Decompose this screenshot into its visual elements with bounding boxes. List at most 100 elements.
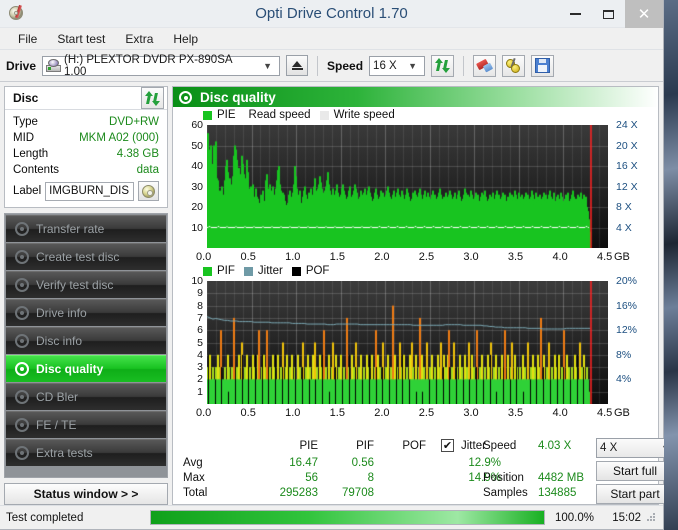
disc-row-key: Contents (13, 164, 60, 176)
pif-x-tick: 3.0 (463, 407, 479, 419)
menu-bar: File Start test Extra Help (0, 28, 663, 50)
sidebar-item-disc-quality[interactable]: Disc quality (6, 355, 166, 382)
resize-grip[interactable] (647, 512, 657, 523)
status-window-button[interactable]: Status window > > (4, 483, 168, 505)
sidebar-item-label: FE / TE (36, 418, 77, 432)
pif-right-tick: 16% (616, 299, 638, 312)
pif-x-tick: 3.5 (507, 407, 524, 419)
desktop-wallpaper (664, 0, 678, 530)
sidebar-item-label: Drive info (36, 306, 87, 320)
pif-y-tick: 3 (197, 361, 203, 374)
legend-label-pof: POF (305, 265, 330, 277)
disc-quality-icon (179, 90, 192, 104)
disc-label-key: Label (13, 185, 42, 197)
pie-y-tick: 10 (191, 221, 203, 234)
speed-select[interactable]: 16 X ▼ (369, 55, 426, 76)
maximize-button[interactable] (592, 0, 625, 28)
disc-row-key: MID (13, 132, 35, 144)
pif-x-tick: 4.0 (552, 407, 568, 419)
legend-swatch-write-speed (319, 110, 329, 120)
stats-row-total-label: Total (183, 487, 208, 499)
menu-start-test[interactable]: Start test (49, 30, 113, 48)
pie-right-tick: 16 X (616, 160, 638, 172)
disc-row-value: DVD+RW (109, 116, 159, 128)
app-window: Opti Drive Control 1.70 ✕ File Start tes… (0, 0, 674, 530)
minimize-icon (570, 13, 581, 15)
disc-icon (15, 306, 29, 320)
sidebar-item-fe-te[interactable]: FE / TE (6, 411, 166, 438)
pie-y-tick: 30 (191, 180, 203, 193)
disc-quality-header: Disc quality (173, 87, 658, 107)
speed-label: Speed (327, 58, 364, 73)
erase-button[interactable] (473, 54, 497, 77)
sidebar-item-label: Disc quality (36, 362, 104, 376)
elapsed-time: 15:02 (612, 511, 641, 524)
progress-percent: 100.0% (555, 511, 595, 524)
refresh-button[interactable] (431, 54, 455, 77)
sidebar-item-extra-tests[interactable]: Extra tests (6, 439, 166, 466)
disc-row-type: Type DVD+RW (13, 114, 159, 130)
drive-select-value: (H:) PLEXTOR DVDR PX-890SA 1.00 (64, 53, 232, 78)
drive-toolbar: Drive (H:) PLEXTOR DVDR PX-890SA 1.00 ▼ … (0, 50, 663, 82)
sidebar-item-verify-test-disc[interactable]: Verify test disc (6, 271, 166, 298)
disc-label-button[interactable] (138, 181, 159, 201)
test-speed-select[interactable]: 4 X ▼ (596, 438, 674, 458)
window-controls: ✕ (559, 0, 663, 28)
menu-file[interactable]: File (10, 30, 45, 48)
disc-icon (15, 446, 29, 460)
cd-icon (142, 184, 155, 198)
pif-x-tick: 1.0 (285, 407, 301, 419)
disc-quality-title: Disc quality (200, 89, 276, 105)
sidebar-item-transfer-rate[interactable]: Transfer rate (6, 215, 166, 242)
sidebar-item-disc-info[interactable]: Disc info (6, 327, 166, 354)
sidebar-item-label: Transfer rate (36, 222, 105, 236)
pie-x-tick: 4.0 (552, 251, 568, 263)
disc-label-input[interactable]: IMGBURN_DIS (45, 181, 134, 201)
refresh-icon (435, 58, 451, 73)
options-button[interactable] (502, 54, 526, 77)
legend-swatch-pie (203, 110, 212, 120)
menu-extra[interactable]: Extra (117, 30, 161, 48)
disc-icon (15, 334, 29, 348)
disc-row-value: MKM A02 (000) (79, 132, 159, 144)
pif-y-tick: 2 (197, 373, 203, 386)
disc-quality-panel: Disc quality PIE Read speed Write speed … (172, 86, 674, 505)
sidebar-item-label: Disc info (36, 334, 83, 348)
sidebar-item-create-test-disc[interactable]: Create test disc (6, 243, 166, 270)
test-speed-value: 4 X (600, 442, 618, 454)
legend-label-pie: PIE (217, 109, 236, 121)
pif-y-tick: 7 (197, 311, 203, 324)
pif-y-tick: 8 (197, 299, 203, 312)
legend-label-jitter: Jitter (257, 265, 283, 277)
drive-select[interactable]: (H:) PLEXTOR DVDR PX-890SA 1.00 ▼ (42, 53, 281, 78)
status-text: Test completed (6, 511, 84, 524)
start-part-button[interactable]: Start part (596, 484, 674, 504)
disc-panel-title: Disc (13, 91, 39, 105)
jitter-checkbox[interactable]: ✔ (441, 439, 454, 452)
menu-help[interactable]: Help (165, 30, 206, 48)
sidebar-item-drive-info[interactable]: Drive info (6, 299, 166, 326)
disc-icon (15, 362, 29, 376)
start-full-button[interactable]: Start full (596, 461, 674, 481)
pif-x-tick: 2.5 (418, 407, 435, 419)
pif-x-tick: 1.5 (329, 407, 345, 419)
minimize-button[interactable] (559, 0, 592, 28)
eject-button[interactable] (286, 55, 309, 76)
pie-y-tick: 40 (191, 160, 203, 172)
pif-chart-legend: PIF Jitter POF (203, 265, 329, 277)
pie-x-tick: 3.5 (507, 251, 524, 263)
stats-avg-pie: 16.47 (289, 457, 318, 469)
stats-max-pie: 56 (305, 472, 318, 484)
save-button[interactable] (531, 54, 555, 77)
charts-area: PIE Read speed Write speed 10 20 30 40 50 60 … (173, 107, 658, 438)
progress-bar (150, 510, 545, 525)
disc-refresh-button[interactable] (141, 87, 164, 109)
maximize-icon (603, 9, 614, 19)
pif-right-tick: 4% (616, 373, 632, 386)
pif-chart-canvas (207, 281, 608, 404)
close-button[interactable]: ✕ (625, 0, 663, 28)
drive-label: Drive (6, 58, 37, 73)
pif-y-tick: 1 (197, 385, 203, 398)
sidebar-item-cd-bler[interactable]: CD Bler (6, 383, 166, 410)
pif-y-tick: 6 (197, 324, 203, 337)
